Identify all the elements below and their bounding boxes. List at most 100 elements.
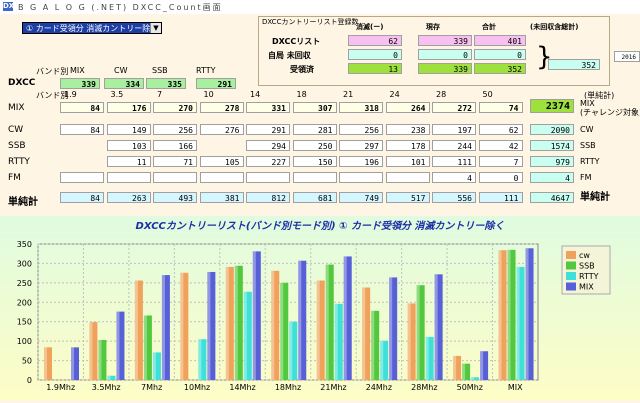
band-value-cell: 84	[60, 192, 104, 203]
band-header: 21	[343, 90, 354, 99]
bar-highlight	[325, 264, 329, 380]
band-value-cell: 381	[199, 192, 244, 203]
title-bar: DX B G A L O G (.NET) DXCC_Count画面	[0, 0, 640, 15]
app-icon: DX	[3, 2, 15, 11]
x-tick-label: 3.5Mhz	[92, 383, 121, 392]
bar-highlight	[434, 274, 438, 380]
band-header: 10	[203, 90, 214, 99]
summary-col-header: 消滅(ー)	[356, 23, 384, 31]
band-value-cell: 149	[106, 124, 151, 135]
bar-highlight	[143, 315, 147, 380]
band-mode-bar-chart: DXCCカントリーリスト(バンド別モード別) ① カード受領分 消滅カントリー除…	[17, 220, 611, 392]
bar-highlight	[252, 251, 256, 380]
legend-swatch	[566, 251, 576, 259]
band-row-label: FM	[8, 173, 21, 183]
summary-cell: 62	[348, 35, 402, 46]
legend-label: RTTY	[579, 272, 599, 281]
band-value-cell: 150	[292, 156, 337, 167]
band-value-cell	[60, 172, 104, 183]
mode-selector-dropdown[interactable]: ① カード受領分 消滅カントリー除く ▼	[22, 22, 162, 34]
bar-highlight	[371, 310, 375, 380]
band-value-cell: 556	[432, 192, 476, 203]
x-tick-label: 21Mhz	[320, 383, 346, 392]
dxcc-value-cell: 334	[104, 78, 144, 89]
summary-cell: 401	[474, 35, 526, 46]
mode-header: CW	[114, 66, 128, 75]
grand-total-cell: 352	[548, 59, 600, 70]
side-value-cell: 2016	[614, 51, 640, 62]
band-row-label: RTTY	[8, 157, 30, 167]
band-row-note: 単純計	[580, 192, 610, 203]
bar-highlight	[343, 256, 347, 380]
legend-swatch	[566, 282, 576, 291]
bar-highlight	[334, 303, 338, 380]
dxcc-row-label: DXCC	[8, 78, 36, 88]
x-tick-label: 1.9Mhz	[46, 383, 75, 392]
y-tick-label: 50	[22, 357, 32, 366]
band-value-cell: 331	[246, 102, 290, 113]
band-value-cell: 101	[385, 156, 430, 167]
summary-row-label: 受領済	[290, 65, 314, 74]
x-tick-label: 24Mhz	[366, 383, 392, 392]
bar-highlight	[161, 275, 165, 380]
band-value-cell: 176	[106, 102, 151, 113]
band-value-cell: 166	[153, 140, 197, 151]
bar-highlight	[507, 249, 511, 380]
band-value-cell	[385, 172, 430, 183]
bar-highlight	[198, 339, 202, 380]
band-total-cell: 979	[530, 156, 574, 167]
mode-header: SSB	[152, 66, 168, 75]
bar-highlight	[380, 340, 384, 380]
bar-highlight	[525, 248, 529, 380]
band-value-cell	[153, 172, 197, 183]
legend-label: MIX	[579, 283, 594, 292]
y-tick-label: 150	[17, 318, 32, 327]
legend-label: cw	[579, 251, 590, 260]
band-value-cell: 84	[60, 102, 104, 113]
x-tick-label: MIX	[508, 383, 523, 392]
bar-highlight	[71, 347, 74, 380]
band-total-cell: 4647	[530, 192, 574, 203]
band-value-cell: 272	[432, 102, 476, 113]
bar-highlight	[316, 280, 320, 380]
chart-title: DXCCカントリーリスト(バンド別モード別) ① カード受領分 消滅カントリー除…	[136, 220, 505, 232]
chart-area: DXCCカントリーリスト(バンド別モード別) ① カード受領分 消滅カントリー除…	[0, 216, 640, 400]
band-value-cell	[246, 172, 290, 183]
band-value-cell: 42	[478, 140, 523, 151]
band-value-cell: 71	[153, 156, 197, 167]
band-total-cell: 1574	[530, 140, 574, 151]
band-value-cell: 244	[432, 140, 476, 151]
band-value-cell: 264	[385, 102, 430, 113]
band-value-cell: 812	[246, 192, 290, 203]
band-value-cell: 250	[292, 140, 337, 151]
summary-col-header: (未回収含総計)	[530, 23, 579, 31]
band-value-cell: 278	[199, 102, 244, 113]
bar-highlight	[44, 347, 47, 380]
band-value-cell	[292, 172, 337, 183]
bar-highlight	[134, 280, 138, 380]
band-value-cell: 263	[106, 192, 151, 203]
band-value-cell: 256	[339, 124, 383, 135]
band-row-label: SSB	[8, 141, 26, 151]
band-value-cell: 178	[385, 140, 430, 151]
summary-cell: 352	[474, 63, 526, 74]
mode-header: RTTY	[196, 66, 216, 75]
band-row-note: CW	[580, 125, 594, 134]
band-row-label: CW	[8, 125, 24, 135]
count-panel: ① カード受領分 消滅カントリー除く ▼ DXCCカントリーリスト登録数 消滅(…	[0, 14, 640, 216]
band-value-cell: 493	[153, 192, 197, 203]
chevron-down-icon[interactable]: ▼	[150, 23, 161, 33]
band-header: 28	[436, 90, 447, 99]
band-value-cell: 307	[292, 102, 337, 113]
legend-label: SSB	[579, 262, 595, 271]
band-value-cell: 7	[478, 156, 523, 167]
band-header: 18	[296, 90, 307, 99]
x-tick-label: 50Mhz	[457, 383, 483, 392]
band-value-cell: 11	[106, 156, 151, 167]
band-value-cell: 103	[106, 140, 151, 151]
band-value-cell	[199, 172, 244, 183]
band-row-label: 単純計	[8, 197, 38, 208]
band-total-cell: 2090	[530, 124, 574, 135]
band-header: 7	[157, 90, 163, 99]
bar-highlight	[152, 352, 156, 380]
